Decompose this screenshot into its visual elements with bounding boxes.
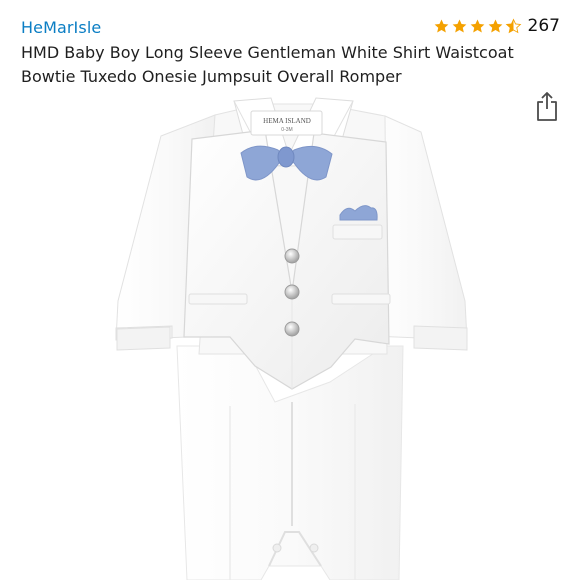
star-icon (434, 19, 448, 32)
product-title: HMD Baby Boy Long Sleeve Gentleman White… (21, 43, 514, 86)
brand-link[interactable]: HeMarIsle (21, 18, 101, 37)
star-icon (470, 19, 484, 32)
label-size-text: 0-3M (281, 127, 292, 133)
share-icon[interactable] (535, 91, 559, 123)
product-header: HeMarIsle 267 (21, 16, 566, 42)
half-star-icon (505, 18, 521, 33)
star-icon (452, 19, 466, 32)
star-icon (488, 19, 502, 32)
star-rating (433, 18, 522, 35)
label-brand-text: HEMA ISLAND (263, 117, 311, 125)
neck-label: HEMA ISLAND 0-3M (250, 110, 323, 136)
product-page: HeMarIsle 267 HMD Baby Boy Long Sleeve G… (0, 0, 580, 580)
review-count: 267 (527, 16, 560, 36)
rating-summary[interactable]: 267 (433, 16, 560, 36)
product-image: HEMA ISLAND 0-3M (115, 97, 468, 580)
